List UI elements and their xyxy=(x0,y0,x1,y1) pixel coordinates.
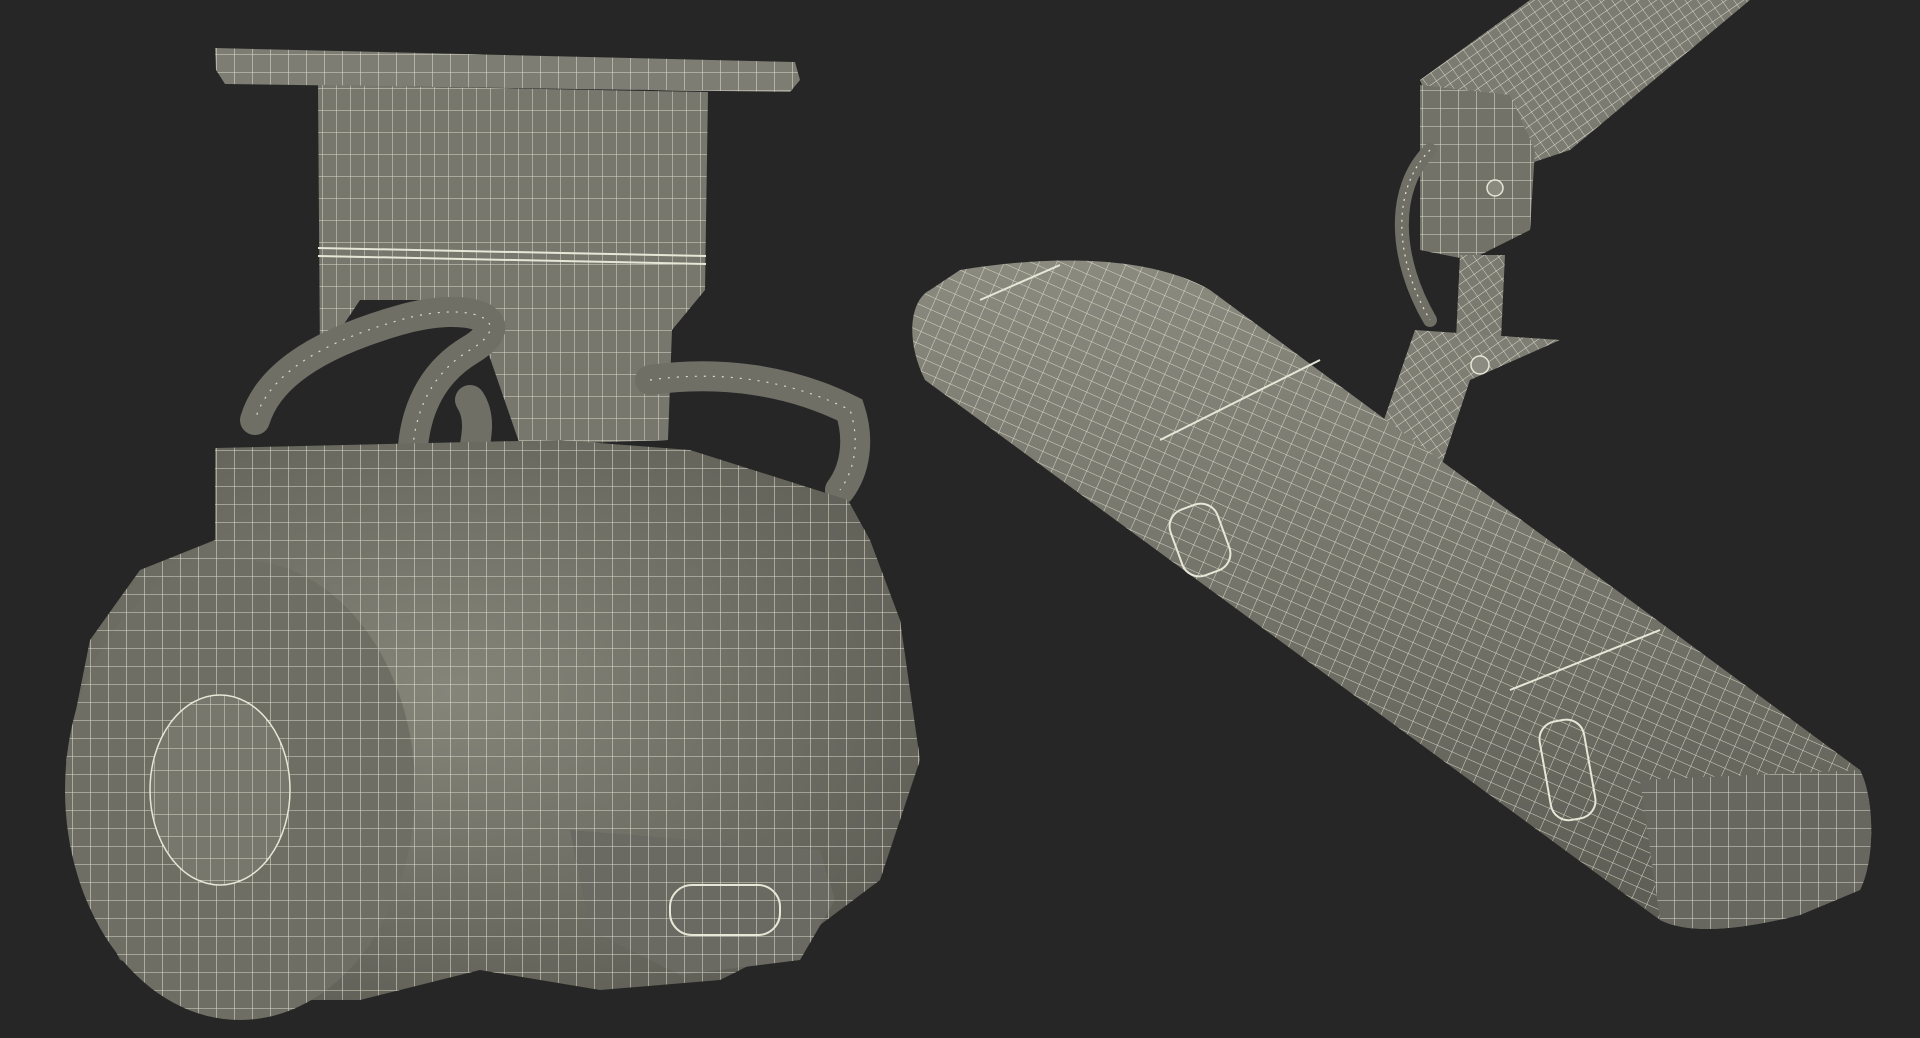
left-housing-model xyxy=(65,48,920,1020)
render-viewport xyxy=(0,0,1920,1038)
front-round-cap xyxy=(65,560,415,1020)
wireframe-render xyxy=(65,0,1872,1020)
light-bar xyxy=(912,260,1872,930)
right-lightbar-model xyxy=(912,0,1872,930)
top-mount-plate xyxy=(215,48,800,92)
